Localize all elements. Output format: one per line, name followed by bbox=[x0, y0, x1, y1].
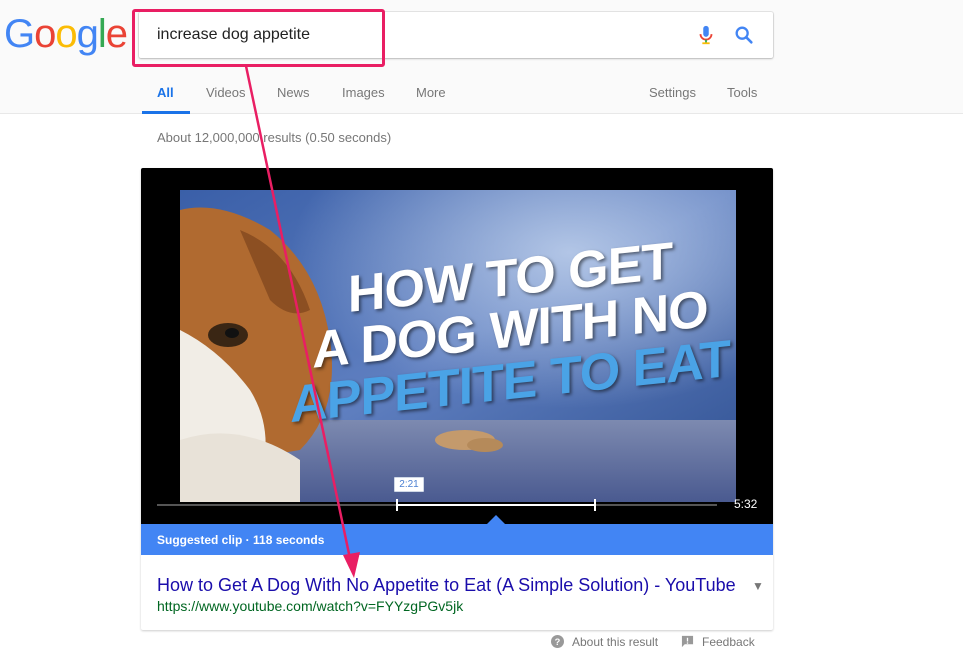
result-url: https://www.youtube.com/watch?v=FYYzgPGv… bbox=[157, 598, 464, 614]
search-box bbox=[139, 12, 773, 58]
search-input[interactable] bbox=[157, 12, 677, 58]
video-player[interactable]: HOW TO GET A DOG WITH NO APPETITE TO EAT… bbox=[141, 168, 773, 524]
clip-end-tick bbox=[594, 499, 596, 511]
video-duration: 5:32 bbox=[734, 497, 758, 511]
feedback-link[interactable]: Feedback bbox=[681, 635, 755, 649]
featured-video-card: HOW TO GET A DOG WITH NO APPETITE TO EAT… bbox=[141, 168, 773, 630]
search-header: Google All Videos News Images More Setti… bbox=[0, 0, 963, 114]
tab-settings[interactable]: Settings bbox=[649, 85, 696, 100]
search-icon[interactable] bbox=[733, 24, 755, 46]
logo-letter: g bbox=[76, 12, 99, 56]
tab-all[interactable]: All bbox=[157, 85, 174, 100]
clip-range bbox=[397, 504, 595, 506]
tab-tools[interactable]: Tools bbox=[727, 85, 757, 100]
clip-start-badge: 2:21 bbox=[394, 477, 424, 492]
logo-letter: l bbox=[97, 12, 107, 56]
search-tabs: All Videos News Images More Settings Too… bbox=[0, 75, 963, 114]
google-logo[interactable]: Google bbox=[4, 10, 128, 58]
logo-letter: G bbox=[4, 12, 35, 56]
logo-letter: e bbox=[105, 12, 128, 56]
result-title-link[interactable]: How to Get A Dog With No Appetite to Eat… bbox=[157, 575, 736, 596]
clip-start-tick bbox=[396, 499, 398, 511]
video-thumbnail[interactable]: HOW TO GET A DOG WITH NO APPETITE TO EAT bbox=[180, 190, 736, 502]
video-timeline[interactable] bbox=[157, 499, 717, 511]
tab-more[interactable]: More bbox=[416, 85, 446, 100]
result-stats: About 12,000,000 results (0.50 seconds) bbox=[157, 130, 392, 145]
microphone-icon[interactable] bbox=[695, 24, 717, 46]
tab-videos[interactable]: Videos bbox=[206, 85, 246, 100]
about-result-label: About this result bbox=[572, 635, 659, 649]
svg-text:?: ? bbox=[555, 637, 561, 647]
suggested-clip-notch bbox=[487, 515, 505, 524]
feedback-label: Feedback bbox=[702, 635, 755, 649]
about-result-link[interactable]: ? About this result bbox=[551, 635, 658, 649]
logo-letter: o bbox=[55, 12, 77, 56]
help-icon: ? bbox=[551, 635, 564, 648]
suggested-clip-bar: Suggested clip · 118 seconds bbox=[141, 515, 773, 555]
active-tab-indicator bbox=[142, 111, 190, 114]
tab-images[interactable]: Images bbox=[342, 85, 385, 100]
feedback-icon bbox=[681, 635, 694, 648]
logo-letter: o bbox=[34, 12, 56, 56]
suggested-clip-label: Suggested clip · 118 seconds bbox=[157, 533, 325, 547]
tab-news[interactable]: News bbox=[277, 85, 310, 100]
result-options-caret[interactable]: ▼ bbox=[752, 579, 764, 593]
